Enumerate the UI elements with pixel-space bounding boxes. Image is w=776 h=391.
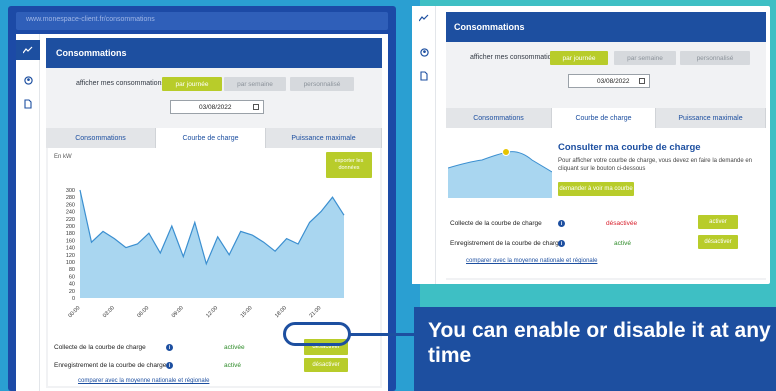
page-title: Consommations	[56, 48, 127, 58]
consommations-header: Consommations	[446, 12, 766, 42]
left-sidebar	[16, 34, 40, 391]
load-curve-chart: 02040 6080100120140 160180200220240 2602803…	[66, 188, 345, 319]
collecte-label: Collecte de la courbe de charge	[54, 344, 146, 351]
info-icon[interactable]: i	[558, 220, 565, 227]
y-tick-label: 240	[66, 210, 75, 216]
tab-puissance-maximale[interactable]: Puissance maximale	[266, 128, 382, 148]
y-tick-label: 280	[66, 195, 75, 201]
user-icon[interactable]	[418, 46, 430, 58]
period-week-button[interactable]: par semaine	[224, 77, 286, 91]
period-custom-button[interactable]: personnalisé	[680, 51, 750, 65]
enregistrement-deactivate-button[interactable]: désactiver	[304, 358, 348, 372]
x-tick-label: 06:00	[136, 305, 150, 319]
collecte-label: Collecte de la courbe de charge	[450, 220, 542, 227]
tab-courbe-de-charge[interactable]: Courbe de charge	[552, 108, 656, 128]
y-tick-label: 80	[69, 267, 75, 273]
right-sidebar	[412, 6, 436, 284]
info-icon[interactable]: i	[166, 344, 173, 351]
y-tick-label: 60	[69, 274, 75, 280]
page-title: Consommations	[454, 22, 525, 32]
compare-link[interactable]: comparer avec la moyenne nationale et ré…	[466, 258, 597, 264]
y-tick-label: 160	[66, 238, 75, 244]
date-input[interactable]: 03/08/2022	[568, 74, 650, 88]
calendar-icon[interactable]	[639, 78, 645, 84]
y-tick-label: 100	[66, 260, 75, 266]
collecte-status: désactivée	[606, 220, 638, 227]
document-icon[interactable]	[418, 70, 430, 82]
callout-box: You can enable or disable it at any time	[414, 307, 776, 391]
browser-title: www.monespace-client.fr/consommations	[26, 16, 155, 23]
consult-description: Pour afficher votre courbe de charge, vo…	[558, 158, 753, 172]
right-main: Consommations afficher mes consommations…	[446, 12, 766, 280]
right-screen: Consommations afficher mes consommations…	[412, 6, 770, 284]
enregistrement-status: activé	[224, 362, 241, 369]
x-tick-label: 18:00	[274, 305, 288, 319]
period-day-button[interactable]: par journée	[162, 77, 222, 91]
consult-title: Consulter ma courbe de charge	[558, 142, 701, 153]
tab-courbe-de-charge[interactable]: Courbe de charge	[156, 128, 266, 148]
x-tick-label: 03:00	[102, 305, 116, 319]
collecte-status: activée	[224, 344, 245, 351]
y-tick-label: 260	[66, 202, 75, 208]
info-icon[interactable]: i	[166, 362, 173, 369]
y-tick-label: 180	[66, 231, 75, 237]
x-tick-label: 09:00	[171, 305, 185, 319]
y-tick-label: 300	[66, 188, 75, 194]
callout-highlight-ring	[283, 322, 351, 346]
period-week-button[interactable]: par semaine	[614, 51, 676, 65]
right-tabs: Consommations Courbe de charge Puissance…	[446, 108, 766, 128]
y-tick-label: 40	[69, 282, 75, 288]
export-data-button[interactable]: exporter les données	[326, 152, 372, 178]
y-tick-label: 200	[66, 224, 75, 230]
date-value: 03/08/2022	[199, 103, 232, 111]
callout-connector	[350, 333, 416, 336]
afficher-label: afficher mes consommations	[76, 80, 165, 87]
x-tick-label: 00:00	[67, 305, 81, 319]
enregistrement-label: Enregistrement de la courbe de charge	[54, 362, 167, 369]
consommations-header: Consommations	[46, 38, 382, 68]
y-tick-label: 20	[69, 289, 75, 295]
date-value: 03/08/2022	[597, 77, 630, 85]
tab-puissance-maximale[interactable]: Puissance maximale	[656, 108, 766, 128]
curve-illustration	[448, 148, 552, 198]
x-tick-label: 15:00	[240, 305, 254, 319]
unit-label: En kW	[54, 154, 72, 160]
document-icon[interactable]	[22, 98, 34, 110]
callout-text: You can enable or disable it at any time	[428, 319, 771, 367]
left-tabs: Consommations Courbe de charge Puissance…	[46, 128, 382, 148]
request-curve-button[interactable]: demander à voir ma courbe	[558, 182, 634, 196]
x-tick-label: 21:00	[308, 305, 322, 319]
info-icon[interactable]: i	[558, 240, 565, 247]
browser-address-bar[interactable]: www.monespace-client.fr/consommations	[16, 12, 388, 30]
calendar-icon[interactable]	[253, 104, 259, 110]
user-icon[interactable]	[22, 74, 34, 86]
enregistrement-deactivate-button[interactable]: désactiver	[698, 235, 738, 249]
courbe-panel: En kW exporter les données 0 20 40 60 80 100 1…	[48, 148, 380, 386]
afficher-label: afficher mes consommations	[470, 54, 559, 61]
y-tick-label: 140	[66, 246, 75, 252]
tab-consommations[interactable]: Consommations	[46, 128, 156, 148]
compare-link[interactable]: comparer avec la moyenne nationale et ré…	[78, 378, 209, 384]
enregistrement-label: Enregistrement de la courbe de charge	[450, 240, 563, 247]
courbe-request-panel: Consulter ma courbe de charge Pour affic…	[446, 128, 766, 278]
collecte-activate-button[interactable]: activer	[698, 215, 738, 229]
tab-consommations[interactable]: Consommations	[446, 108, 552, 128]
y-tick-label: 220	[66, 217, 75, 223]
date-input[interactable]: 03/08/2022	[170, 100, 264, 114]
period-custom-button[interactable]: personnalisé	[290, 77, 354, 91]
load-curve-area	[80, 190, 344, 298]
chart-icon[interactable]	[16, 40, 40, 60]
chart-icon[interactable]	[418, 12, 430, 24]
period-day-button[interactable]: par journée	[550, 51, 608, 65]
y-tick-label: 120	[66, 253, 75, 259]
x-tick-label: 12:00	[205, 305, 219, 319]
y-tick-label: 0	[72, 296, 75, 302]
enregistrement-status: activé	[614, 240, 631, 247]
